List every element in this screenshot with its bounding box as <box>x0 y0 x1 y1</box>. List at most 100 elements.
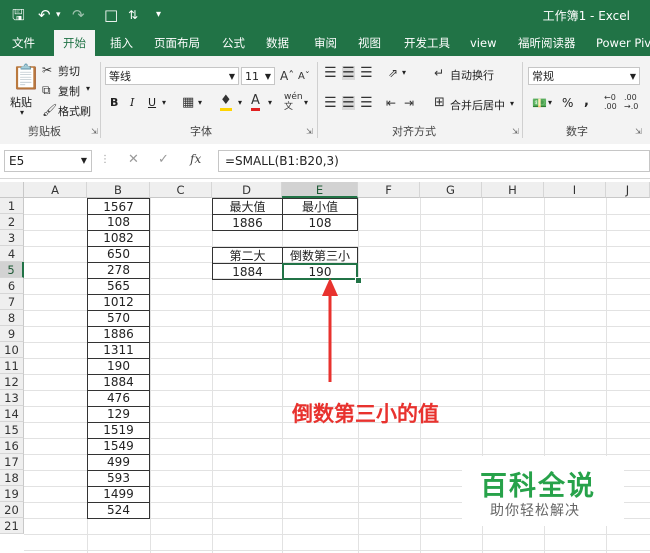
increase-indent-icon[interactable]: ⇥ <box>404 96 414 110</box>
fill-handle[interactable] <box>355 277 362 284</box>
tab-power-pivot[interactable]: Power Pivot <box>596 30 650 56</box>
column-header-i[interactable]: I <box>544 182 606 198</box>
cell-b[interactable]: 108 <box>87 214 150 231</box>
cell-b[interactable]: 565 <box>87 278 150 295</box>
align-center-icon[interactable]: ☰ <box>342 96 355 110</box>
decrease-decimal-icon[interactable]: .00 →.0 <box>624 93 638 111</box>
row-header[interactable]: 3 <box>0 230 24 246</box>
cell-e4[interactable]: 倒数第三小 <box>282 247 358 264</box>
sort-icon[interactable]: ⇅ <box>128 6 138 24</box>
customize-qat-icon[interactable]: ▾ <box>156 6 161 24</box>
font-color-dropdown-icon[interactable]: ▾ <box>268 98 272 107</box>
enter-icon[interactable]: ✓ <box>158 152 169 167</box>
accounting-format-icon[interactable]: 💵 <box>532 96 547 110</box>
redo-icon[interactable]: ↷ <box>72 6 85 24</box>
row-header[interactable]: 2 <box>0 214 24 230</box>
select-all-corner[interactable] <box>0 182 24 198</box>
undo-icon[interactable]: ↶ <box>38 6 51 24</box>
cell-b[interactable]: 650 <box>87 246 150 263</box>
format-painter-button[interactable]: 格式刷 <box>58 103 91 119</box>
row-header[interactable]: 12 <box>0 374 24 390</box>
number-format-select[interactable]: 常规 ▼ <box>528 67 640 85</box>
row-header[interactable]: 21 <box>0 518 24 534</box>
align-top-icon[interactable]: ☰ <box>324 66 337 80</box>
font-launcher-icon[interactable]: ⇲ <box>306 127 313 136</box>
cell-e1[interactable]: 最小值 <box>282 198 358 215</box>
percent-button[interactable]: % <box>562 96 573 110</box>
number-launcher-icon[interactable]: ⇲ <box>635 127 642 136</box>
font-name-select[interactable]: 等线 ▼ <box>105 67 239 85</box>
row-header[interactable]: 20 <box>0 502 24 518</box>
row-header[interactable]: 16 <box>0 438 24 454</box>
tab-data[interactable]: 数据 <box>266 30 289 56</box>
tab-view[interactable]: 视图 <box>358 30 381 56</box>
phonetic-icon[interactable]: wén 文 <box>284 92 303 112</box>
column-header-j[interactable]: J <box>606 182 650 198</box>
row-header[interactable]: 8 <box>0 310 24 326</box>
merge-dropdown-icon[interactable]: ▾ <box>510 99 514 108</box>
cell-b[interactable]: 1519 <box>87 422 150 439</box>
column-header-b[interactable]: B <box>87 182 150 198</box>
tab-view-en[interactable]: view <box>470 30 496 56</box>
underline-button[interactable]: U <box>148 96 156 109</box>
fill-color-icon[interactable]: ♦ <box>220 94 232 111</box>
align-right-icon[interactable]: ☰ <box>360 96 373 110</box>
column-header-h[interactable]: H <box>482 182 544 198</box>
clipboard-launcher-icon[interactable]: ⇲ <box>91 127 98 136</box>
cell-b[interactable]: 190 <box>87 358 150 375</box>
insert-function-button[interactable]: fx <box>190 152 201 166</box>
cell-b[interactable]: 1012 <box>87 294 150 311</box>
row-header[interactable]: 9 <box>0 326 24 342</box>
cell-b[interactable]: 1549 <box>87 438 150 455</box>
cell-e2[interactable]: 108 <box>282 214 358 231</box>
font-color-icon[interactable]: A <box>251 94 260 111</box>
decrease-indent-icon[interactable]: ⇤ <box>386 96 396 110</box>
wrap-text-button[interactable]: 自动换行 <box>450 67 494 83</box>
tab-file[interactable]: 文件 <box>12 30 35 56</box>
cell-b[interactable]: 524 <box>87 502 150 519</box>
column-header-f[interactable]: F <box>358 182 420 198</box>
wrap-text-icon[interactable]: ↵ <box>434 66 444 80</box>
cell-b[interactable]: 499 <box>87 454 150 471</box>
print-preview-icon[interactable]: □ <box>104 6 118 24</box>
fill-color-dropdown-icon[interactable]: ▾ <box>238 98 242 107</box>
tab-home[interactable]: 开始 <box>54 30 95 56</box>
comma-button[interactable]: , <box>584 94 589 109</box>
align-bottom-icon[interactable]: ☰ <box>360 66 373 80</box>
column-header-c[interactable]: C <box>150 182 212 198</box>
paste-icon[interactable]: 📋 <box>11 64 41 90</box>
row-header[interactable]: 1 <box>0 198 24 214</box>
column-header-g[interactable]: G <box>420 182 482 198</box>
cell-b[interactable]: 1082 <box>87 230 150 247</box>
tab-page-layout[interactable]: 页面布局 <box>154 30 200 56</box>
row-header[interactable]: 4 <box>0 246 24 262</box>
column-header-a[interactable]: A <box>24 182 87 198</box>
undo-dropdown-icon[interactable]: ▾ <box>56 6 61 24</box>
format-painter-icon[interactable]: 🖌 <box>42 103 57 117</box>
cell-b[interactable]: 1884 <box>87 374 150 391</box>
align-left-icon[interactable]: ☰ <box>324 96 337 110</box>
decrease-font-icon[interactable]: Aˇ <box>298 70 310 84</box>
cell-b[interactable]: 278 <box>87 262 150 279</box>
row-header[interactable]: 19 <box>0 486 24 502</box>
borders-icon[interactable]: ▦ <box>182 96 194 110</box>
borders-dropdown-icon[interactable]: ▾ <box>198 98 202 107</box>
cell-b[interactable]: 476 <box>87 390 150 407</box>
more-options-icon[interactable]: ⋮ <box>100 154 110 165</box>
cell-b[interactable]: 1567 <box>87 198 150 215</box>
row-header[interactable]: 18 <box>0 470 24 486</box>
copy-button[interactable]: 复制 <box>58 83 80 99</box>
alignment-launcher-icon[interactable]: ⇲ <box>512 127 519 136</box>
align-middle-icon[interactable]: ☰ <box>342 66 355 80</box>
row-header[interactable]: 7 <box>0 294 24 310</box>
cut-button[interactable]: 剪切 <box>58 63 80 79</box>
row-header[interactable]: 13 <box>0 390 24 406</box>
orientation-dropdown-icon[interactable]: ▾ <box>402 68 406 77</box>
merge-center-icon[interactable]: ⊞ <box>434 96 445 110</box>
bold-button[interactable]: B <box>110 96 118 109</box>
accounting-dropdown-icon[interactable]: ▾ <box>548 98 552 107</box>
cell-b[interactable]: 1886 <box>87 326 150 343</box>
row-header[interactable]: 11 <box>0 358 24 374</box>
column-header-d[interactable]: D <box>212 182 282 198</box>
tab-developer[interactable]: 开发工具 <box>404 30 450 56</box>
